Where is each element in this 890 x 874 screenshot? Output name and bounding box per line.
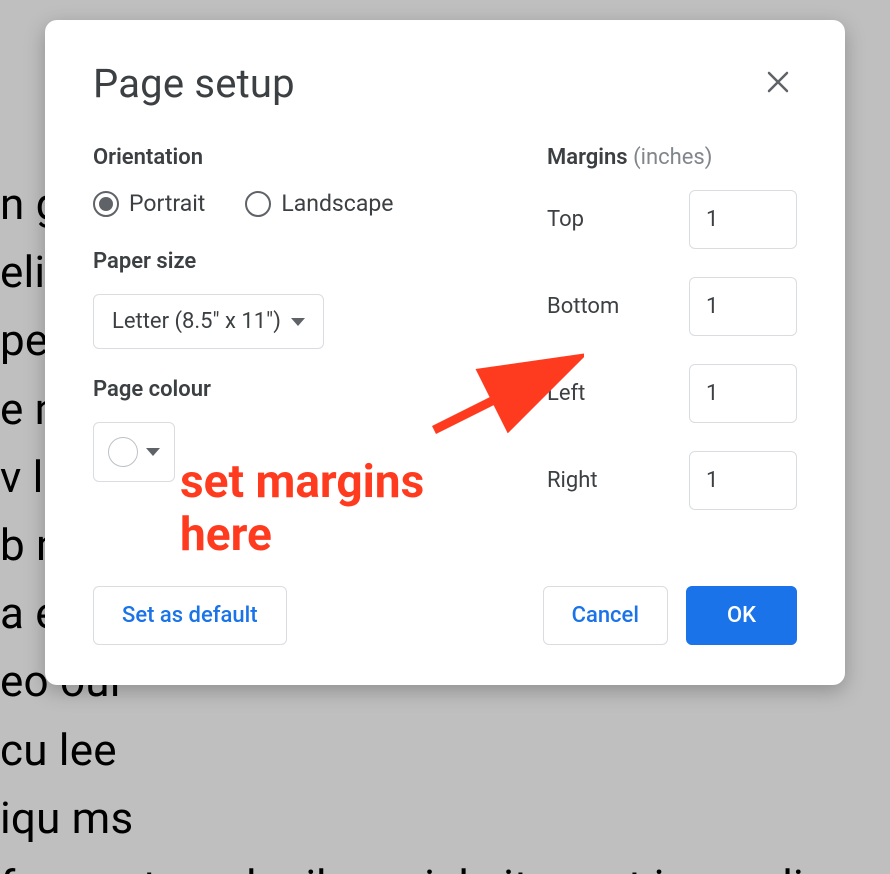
margin-right-row: Right bbox=[547, 451, 797, 510]
orientation-label: Orientation bbox=[93, 145, 487, 170]
radio-label: Portrait bbox=[129, 190, 205, 217]
cancel-button[interactable]: Cancel bbox=[543, 586, 668, 645]
left-column: Orientation Portrait Landscape Paper siz… bbox=[93, 145, 487, 538]
paper-size-value: Letter (8.5" x 11") bbox=[112, 309, 281, 334]
page-color-label: Page colour bbox=[93, 377, 487, 402]
margins-column: Margins (inches) Top Bottom Left Right bbox=[547, 145, 797, 538]
dialog-title: Page setup bbox=[93, 60, 295, 107]
radio-icon bbox=[93, 191, 119, 217]
set-as-default-button[interactable]: Set as default bbox=[93, 586, 287, 645]
orientation-landscape-radio[interactable]: Landscape bbox=[245, 190, 393, 217]
ok-button[interactable]: OK bbox=[686, 586, 797, 645]
page-color-select[interactable] bbox=[93, 422, 175, 482]
margins-label: Margins (inches) bbox=[547, 145, 797, 170]
margin-left-input[interactable] bbox=[689, 364, 797, 423]
chevron-down-icon bbox=[146, 448, 160, 456]
dialog-footer: Set as default Cancel OK bbox=[93, 586, 797, 645]
radio-label: Landscape bbox=[281, 190, 393, 217]
chevron-down-icon bbox=[291, 318, 305, 326]
close-icon bbox=[767, 67, 789, 100]
page-setup-dialog: Page setup Orientation Portrait Landscap… bbox=[45, 20, 845, 685]
dialog-body: Orientation Portrait Landscape Paper siz… bbox=[93, 145, 797, 538]
orientation-portrait-radio[interactable]: Portrait bbox=[93, 190, 205, 217]
footer-right: Cancel OK bbox=[543, 586, 797, 645]
margin-right-label: Right bbox=[547, 468, 598, 493]
color-swatch-icon bbox=[108, 437, 138, 467]
margin-right-input[interactable] bbox=[689, 451, 797, 510]
margin-left-label: Left bbox=[547, 381, 585, 406]
orientation-options: Portrait Landscape bbox=[93, 190, 487, 217]
margin-bottom-row: Bottom bbox=[547, 277, 797, 336]
margin-left-row: Left bbox=[547, 364, 797, 423]
close-button[interactable] bbox=[759, 66, 797, 102]
margin-top-label: Top bbox=[547, 207, 584, 232]
margin-bottom-input[interactable] bbox=[689, 277, 797, 336]
margins-label-text: Margins bbox=[547, 145, 628, 170]
margin-top-row: Top bbox=[547, 190, 797, 249]
paper-size-select[interactable]: Letter (8.5" x 11") bbox=[93, 294, 324, 349]
margin-top-input[interactable] bbox=[689, 190, 797, 249]
margins-units: (inches) bbox=[633, 145, 712, 170]
dialog-header: Page setup bbox=[93, 60, 797, 107]
radio-icon bbox=[245, 191, 271, 217]
paper-size-label: Paper size bbox=[93, 249, 487, 274]
margin-bottom-label: Bottom bbox=[547, 294, 619, 319]
